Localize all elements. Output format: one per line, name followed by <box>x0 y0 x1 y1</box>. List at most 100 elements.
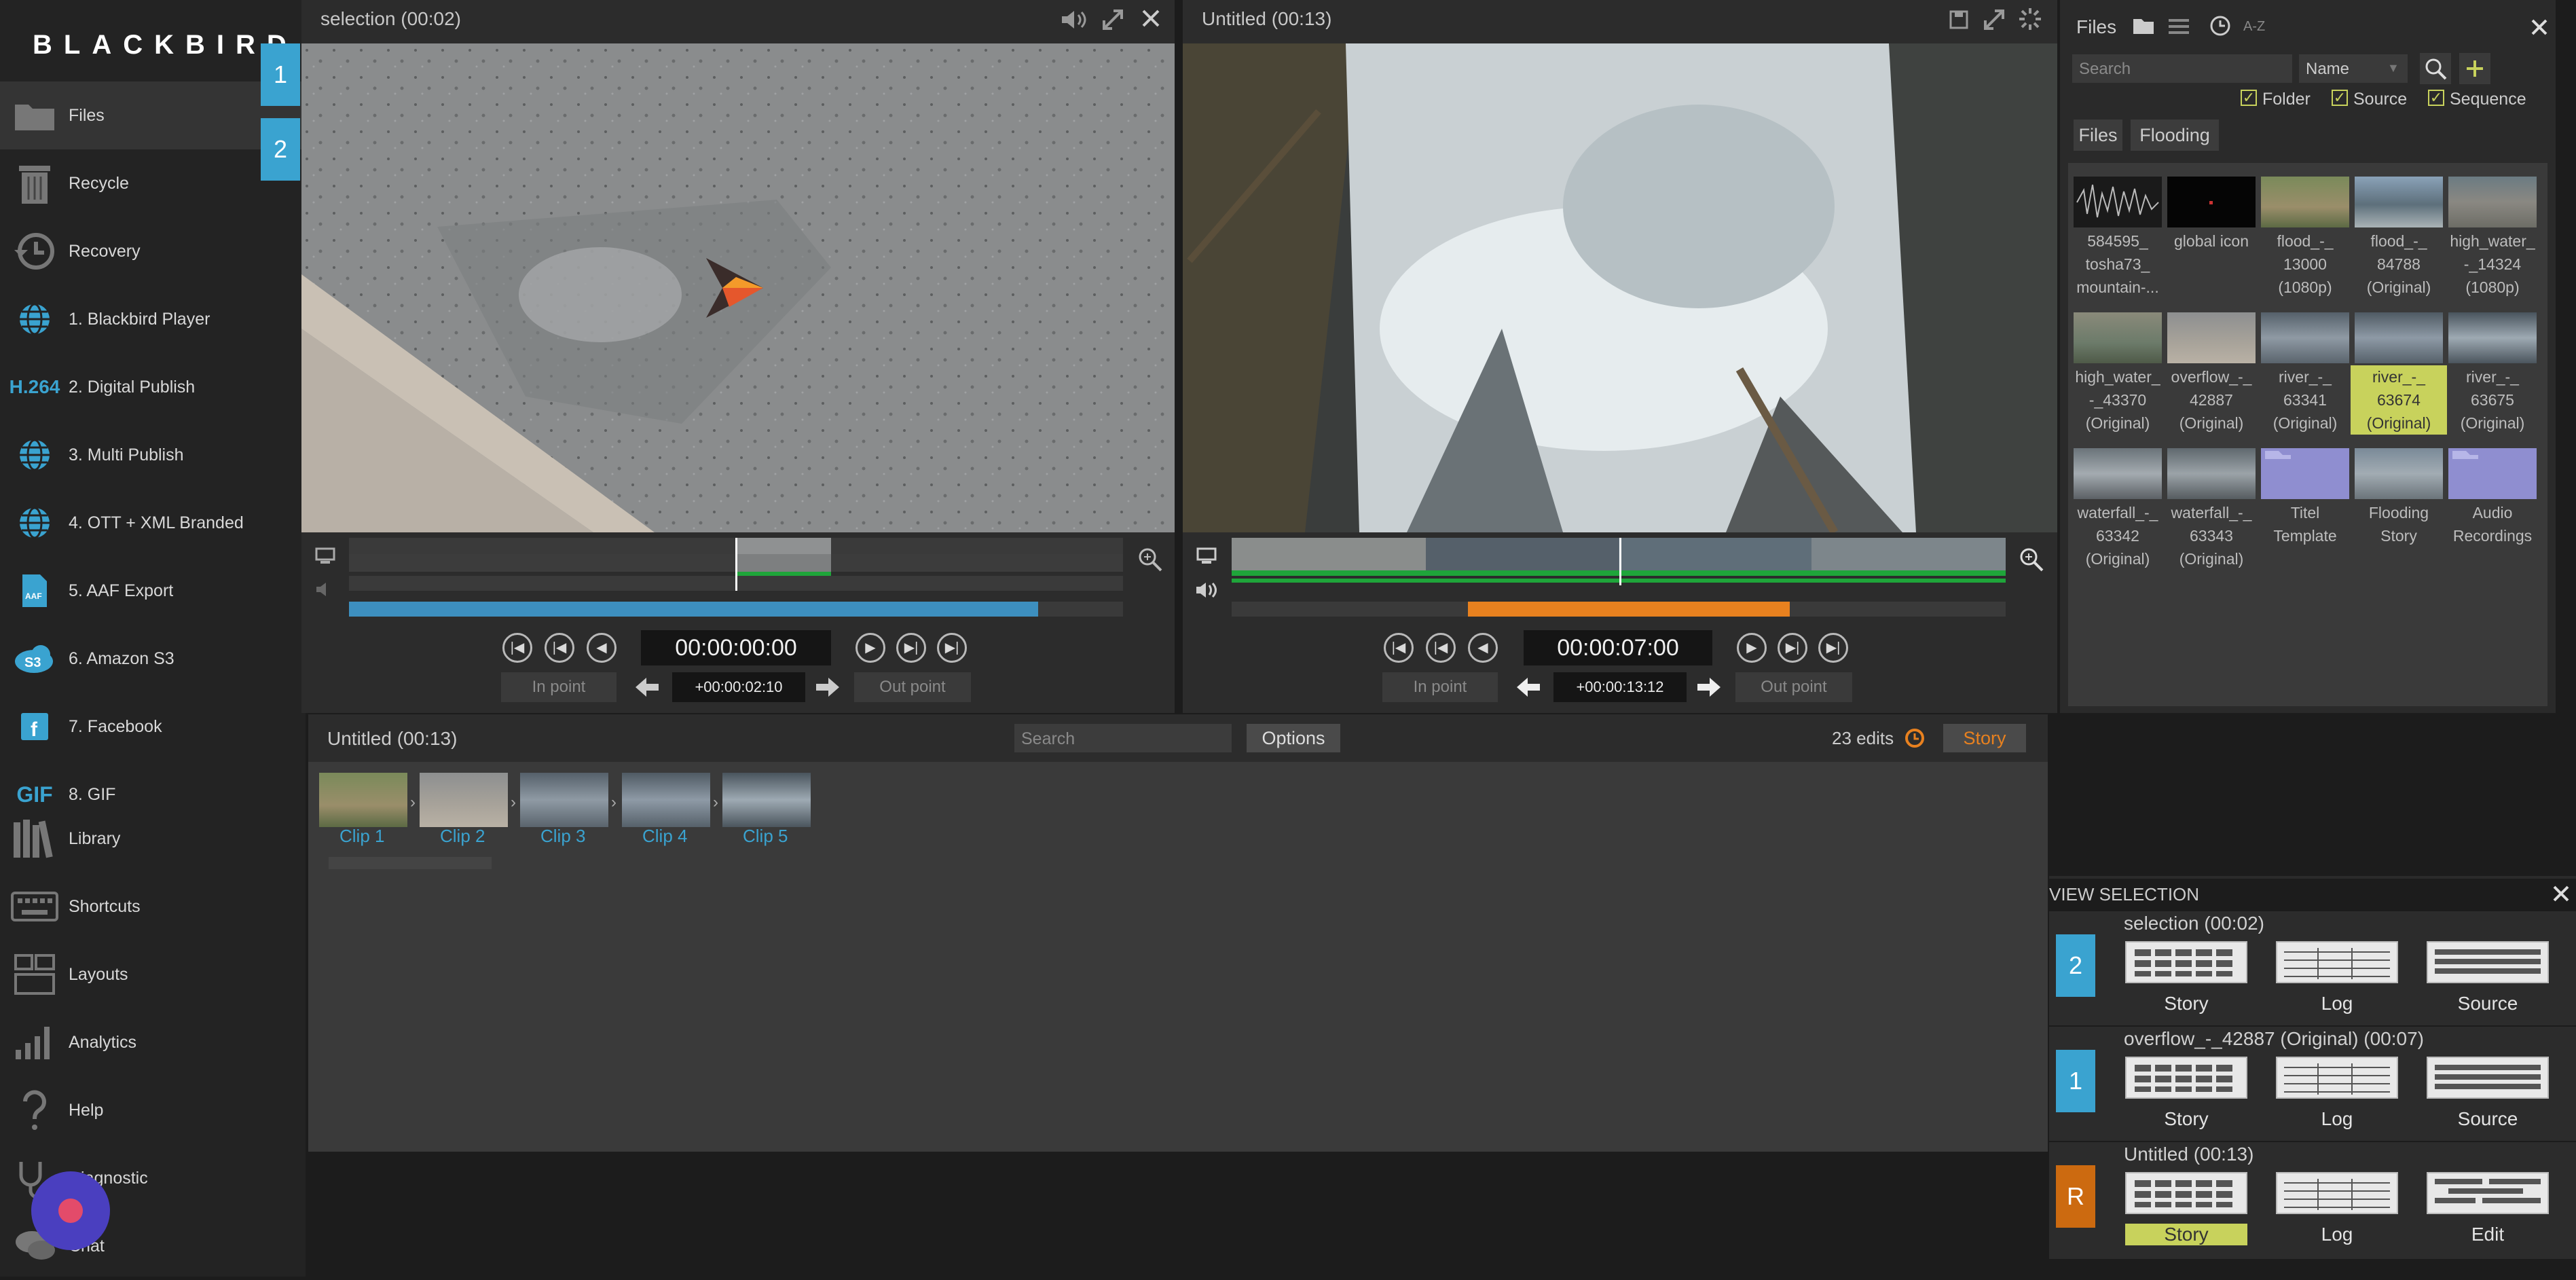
edit-view-icon[interactable] <box>2427 1172 2549 1214</box>
step-back-button[interactable]: |◀ <box>545 633 574 663</box>
viewer-right-video[interactable] <box>1183 43 2057 532</box>
source-view-icon[interactable] <box>2427 941 2549 983</box>
arrow-right-icon[interactable] <box>1696 676 1722 698</box>
list-view-icon[interactable] <box>2169 18 2189 35</box>
clip-label[interactable]: Clip 1 <box>339 826 384 847</box>
clip-label[interactable]: Clip 5 <box>743 826 788 847</box>
sequence-filter-checkbox[interactable]: ✓ Sequence <box>2428 88 2550 110</box>
history-icon[interactable] <box>1902 727 1926 750</box>
out-point-button[interactable]: Out point <box>854 672 971 702</box>
source-view-icon[interactable] <box>2427 1057 2549 1099</box>
step-forward-button[interactable]: ▶| <box>896 633 926 663</box>
sidebar-item-recovery[interactable]: Recovery <box>0 217 306 285</box>
step-forward-button[interactable]: ▶| <box>1778 633 1807 663</box>
zoom-icon[interactable] <box>2019 547 2044 572</box>
view-label-active[interactable]: Story <box>2125 1224 2247 1245</box>
progress-bar[interactable] <box>349 602 1123 617</box>
expand-icon[interactable] <box>1101 8 1124 31</box>
clip-thumbnail[interactable] <box>520 773 608 827</box>
viewer-left-video[interactable] <box>301 43 1175 532</box>
options-button[interactable]: Options <box>1247 724 1340 752</box>
sidebar-item-aaf-export[interactable]: AAF 5. AAF Export <box>0 557 306 625</box>
duration-display[interactable]: +00:00:13:12 <box>1553 672 1687 702</box>
sidebar-item-facebook[interactable]: f 7. Facebook <box>0 693 306 761</box>
log-view-icon[interactable] <box>2276 1172 2398 1214</box>
clip-label[interactable]: Clip 4 <box>642 826 687 847</box>
sort-az-button[interactable]: A-Z <box>2243 19 2265 35</box>
view-label[interactable]: Source <box>2420 1108 2556 1130</box>
add-button[interactable] <box>2459 53 2490 84</box>
timecode-display[interactable]: 00:00:00:00 <box>641 630 831 665</box>
story-view-icon[interactable] <box>2125 941 2247 983</box>
folder-item[interactable]: Titel Template <box>2261 448 2349 584</box>
arrow-left-icon[interactable] <box>1515 676 1541 698</box>
file-item[interactable]: flood_-_ 84788 (Original) <box>2355 177 2443 312</box>
skip-end-button[interactable]: ▶| <box>937 633 967 663</box>
story-view-icon[interactable] <box>2125 1057 2247 1099</box>
clip-thumbnail[interactable] <box>722 773 811 827</box>
view-label[interactable]: Edit <box>2420 1224 2556 1245</box>
playhead[interactable] <box>1619 538 1621 585</box>
sidebar-item-amazon-s3[interactable]: S3 6. Amazon S3 <box>0 625 306 693</box>
sidebar-item-library[interactable]: Library <box>0 805 306 873</box>
sidebar-item-analytics[interactable]: Analytics <box>0 1008 306 1076</box>
record-button[interactable] <box>31 1171 110 1250</box>
sidebar-item-recycle[interactable]: Recycle <box>0 149 306 217</box>
close-icon[interactable] <box>1141 8 1161 29</box>
clip-thumbnail[interactable] <box>319 773 407 827</box>
clip-label[interactable]: Clip 3 <box>540 826 585 847</box>
sidebar-item-multi-publish[interactable]: 3. Multi Publish <box>0 421 306 489</box>
play-reverse-button[interactable]: ◀ <box>587 633 617 663</box>
close-icon[interactable] <box>2530 18 2549 37</box>
file-item[interactable]: Flooding Story <box>2355 448 2443 584</box>
skip-end-button[interactable]: ▶| <box>1818 633 1848 663</box>
sidebar-item-help[interactable]: Help <box>0 1076 306 1144</box>
file-item[interactable]: waterfall_-_ 63343 (Original) <box>2167 448 2256 584</box>
duration-display[interactable]: +00:00:02:10 <box>672 672 805 702</box>
clip-thumbnail[interactable] <box>622 773 710 827</box>
story-button[interactable]: Story <box>1943 724 2026 752</box>
range-bar[interactable] <box>1232 602 2006 617</box>
view-label[interactable]: Log <box>2269 1224 2405 1245</box>
zoom-icon[interactable] <box>1138 547 1162 572</box>
monitor-icon[interactable] <box>1196 547 1217 565</box>
file-item[interactable]: river_-_ 63341 (Original) <box>2261 312 2349 448</box>
view-label[interactable]: Story <box>2118 1108 2254 1130</box>
file-item[interactable]: global icon <box>2167 177 2256 312</box>
story-view-icon[interactable] <box>2125 1172 2247 1214</box>
log-view-icon[interactable] <box>2276 941 2398 983</box>
file-item[interactable]: river_-_ 63675 (Original) <box>2448 312 2537 448</box>
in-point-button[interactable]: In point <box>501 672 617 702</box>
view-label[interactable]: Log <box>2269 1108 2405 1130</box>
step-back-button[interactable]: |◀ <box>1426 633 1456 663</box>
file-item-selected[interactable]: river_-_ 63674 (Original) <box>2351 312 2447 448</box>
sidebar-item-blackbird-player[interactable]: 1. Blackbird Player <box>0 285 306 353</box>
playhead[interactable] <box>735 538 737 591</box>
log-view-icon[interactable] <box>2276 1057 2398 1099</box>
timecode-display[interactable]: 00:00:07:00 <box>1524 630 1712 665</box>
tab-flooding[interactable]: Flooding <box>2131 120 2219 151</box>
mute-icon[interactable] <box>315 581 333 598</box>
skip-start-button[interactable]: |◀ <box>1384 633 1414 663</box>
view-label[interactable]: Log <box>2269 993 2405 1014</box>
arrow-left-icon[interactable] <box>634 676 660 698</box>
viewer-tab-1[interactable]: 1 <box>261 43 300 106</box>
file-item[interactable]: waterfall_-_ 63342 (Original) <box>2074 448 2162 584</box>
sort-select[interactable]: Name ▼ <box>2299 54 2408 83</box>
volume-icon[interactable] <box>1061 10 1088 30</box>
folder-item[interactable]: Audio Recordings <box>2448 448 2537 584</box>
arrow-right-icon[interactable] <box>815 676 841 698</box>
file-item[interactable]: flood_-_ 13000 (1080p) <box>2261 177 2349 312</box>
clip-label[interactable]: Clip 2 <box>440 826 485 847</box>
file-item[interactable]: high_water_ -_14324 (1080p) <box>2448 177 2537 312</box>
save-icon[interactable] <box>1949 10 1969 30</box>
out-point-button[interactable]: Out point <box>1735 672 1852 702</box>
files-search-input[interactable]: Search <box>2072 54 2292 83</box>
file-item[interactable]: 584595_ tosha73_ mountain-... <box>2074 177 2162 312</box>
folder-icon[interactable] <box>2132 16 2155 35</box>
in-point-button[interactable]: In point <box>1382 672 1498 702</box>
view-label[interactable]: Source <box>2420 993 2556 1014</box>
sidebar-item-files[interactable]: Files <box>0 81 306 149</box>
file-item[interactable]: high_water_ -_43370 (Original) <box>2074 312 2162 448</box>
file-item[interactable]: overflow_-_ 42887 (Original) <box>2167 312 2256 448</box>
